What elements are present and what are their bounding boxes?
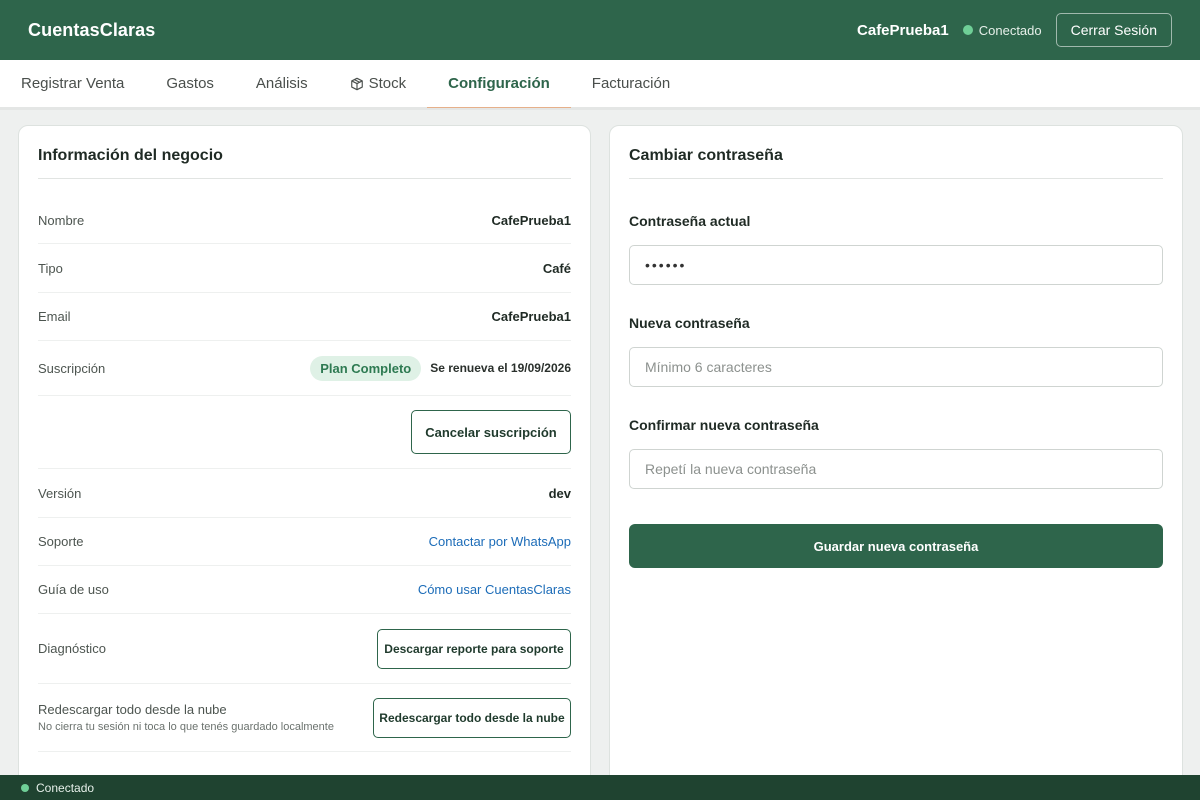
redownload-label: Redescargar todo desde la nube — [38, 702, 227, 717]
top-bar: CuentasClaras CafePrueba1 Conectado Cerr… — [0, 0, 1200, 60]
user-guide-link[interactable]: Cómo usar CuentasClaras — [418, 582, 571, 597]
status-bar: Conectado — [0, 775, 1200, 800]
whatsapp-support-link[interactable]: Contactar por WhatsApp — [429, 534, 571, 549]
redownload-text: Redescargar todo desde la nube No cierra… — [38, 702, 334, 733]
tab-facturacion[interactable]: Facturación — [571, 60, 691, 107]
info-row-guide: Guía de uso Cómo usar CuentasClaras — [38, 566, 571, 614]
connection-status-icon — [962, 25, 973, 35]
email-value: CafePrueba1 — [491, 309, 571, 324]
info-row-email: Email CafePrueba1 — [38, 293, 571, 341]
info-row-support: Soporte Contactar por WhatsApp — [38, 518, 571, 566]
info-row-name: Nombre CafePrueba1 — [38, 179, 571, 244]
cancel-subscription-button[interactable]: Cancelar suscripción — [411, 410, 571, 454]
brand-logo[interactable]: CuentasClaras — [28, 20, 155, 41]
redownload-button[interactable]: Redescargar todo desde la nube — [373, 697, 571, 738]
type-value: Café — [542, 260, 571, 276]
change-password-card: Cambiar contraseña Contraseña actual Nue… — [609, 125, 1183, 800]
current-password-label: Contraseña actual — [629, 213, 751, 229]
plan-badge: Plan Completo — [310, 355, 422, 381]
user-name: CafePrueba1 — [857, 21, 949, 39]
business-info-card: Información del negocio Nombre CafePrueb… — [18, 125, 591, 800]
status-bar-text: Conectado — [36, 780, 95, 795]
support-label: Soporte — [38, 534, 84, 549]
connection-status: Conectado — [978, 22, 1042, 38]
info-row-diagnostic: Diagnóstico Descargar reporte para sopor… — [38, 614, 571, 684]
tab-stock[interactable]: Stock — [329, 60, 428, 107]
change-password-title: Cambiar contraseña — [629, 126, 1163, 179]
main-tabs: Registrar Venta Gastos Análisis Stock Co… — [0, 60, 1200, 110]
guide-label: Guía de uso — [38, 582, 109, 597]
email-label: Email — [38, 309, 71, 324]
new-password-input[interactable] — [629, 347, 1163, 387]
redownload-note: No cierra tu sesión ni toca lo que tenés… — [38, 721, 334, 733]
subscription-details: Plan Completo Se renueva el 19/09/2026 — [310, 355, 571, 381]
download-report-button[interactable]: Descargar reporte para soporte — [377, 628, 571, 669]
tab-registrar-venta[interactable]: Registrar Venta — [0, 60, 145, 107]
header-user-area: CafePrueba1 Conectado Cerrar Sesión — [857, 13, 1172, 47]
tab-configuracion[interactable]: Configuración — [427, 60, 571, 108]
box-icon — [350, 77, 363, 90]
info-row-subscription: Suscripción Plan Completo Se renueva el … — [38, 341, 571, 396]
info-row-cancel: Cancelar suscripción — [38, 396, 571, 469]
info-row-type: Tipo Café — [38, 244, 571, 293]
version-value: dev — [548, 485, 571, 501]
new-password-label: Nueva contraseña — [629, 315, 750, 331]
info-row-version: Versión dev — [38, 469, 571, 518]
subscription-label: Suscripción — [38, 360, 106, 376]
confirm-password-input[interactable] — [629, 449, 1163, 489]
name-label: Nombre — [38, 212, 85, 228]
info-row-redownload: Redescargar todo desde la nube No cierra… — [38, 684, 571, 752]
logout-button[interactable]: Cerrar Sesión — [1055, 13, 1172, 47]
renewal-date: Se renueva el 19/09/2026 — [430, 361, 571, 375]
confirm-password-label: Confirmar nueva contraseña — [629, 417, 819, 433]
version-label: Versión — [38, 485, 82, 501]
tab-gastos[interactable]: Gastos — [145, 60, 235, 107]
business-info-title: Información del negocio — [38, 126, 571, 179]
save-password-button[interactable]: Guardar nueva contraseña — [629, 524, 1163, 568]
name-value: CafePrueba1 — [491, 212, 571, 228]
type-label: Tipo — [38, 260, 63, 276]
current-password-input[interactable] — [629, 245, 1163, 285]
status-bar-dot-icon — [21, 783, 29, 792]
tab-analisis[interactable]: Análisis — [235, 60, 329, 107]
diagnostic-label: Diagnóstico — [38, 641, 106, 656]
